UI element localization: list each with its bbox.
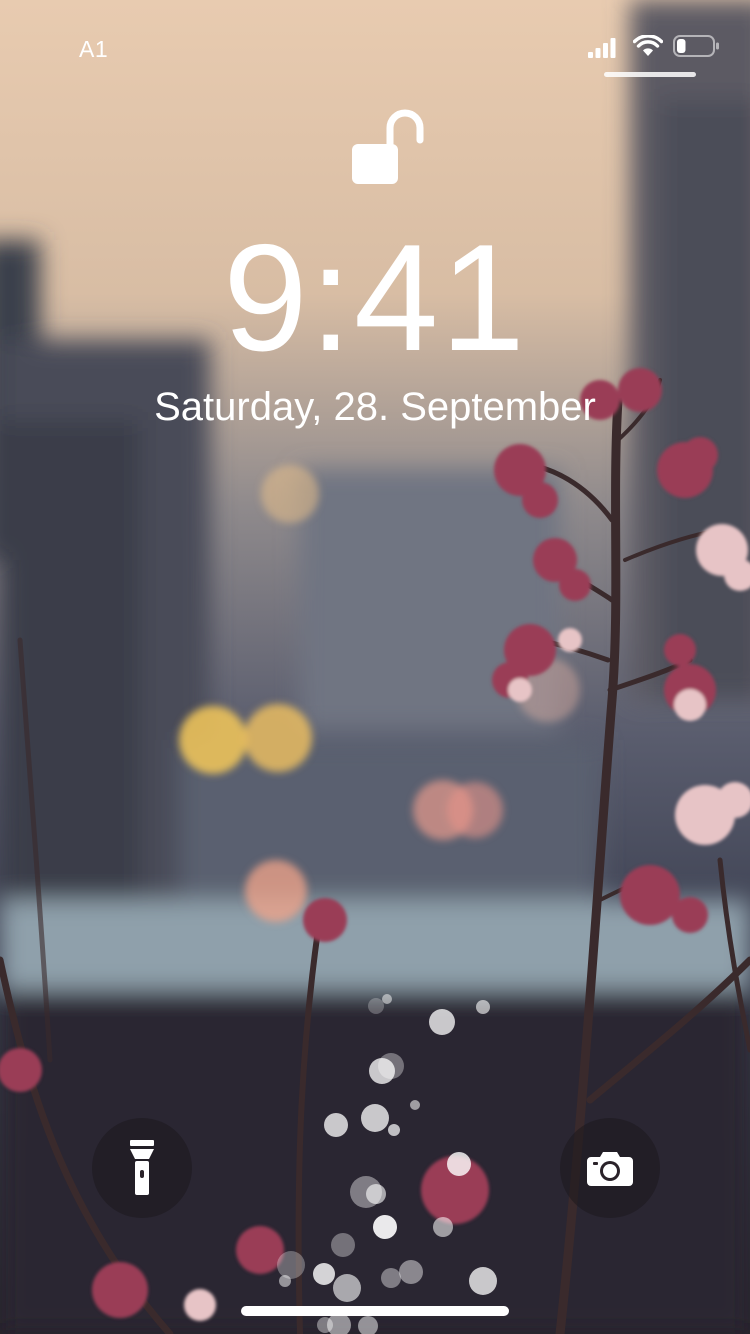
cellular-signal-icon xyxy=(588,38,616,58)
carrier-name: A1 xyxy=(79,36,109,62)
lock-screen-date: Saturday, 28. September xyxy=(154,385,596,429)
home-indicator[interactable] xyxy=(241,1306,509,1316)
flashlight-icon xyxy=(130,1140,154,1195)
wifi-icon xyxy=(633,35,663,56)
control-center-indicator[interactable] xyxy=(604,72,696,77)
camera-icon xyxy=(587,1152,633,1186)
status-bar: A1 xyxy=(0,0,750,96)
lock-screen-time: 9:41 xyxy=(223,213,527,383)
flashlight-button[interactable] xyxy=(92,1118,192,1218)
battery-icon xyxy=(673,35,719,57)
camera-button[interactable] xyxy=(560,1118,660,1218)
unlocked-padlock-icon xyxy=(352,109,424,184)
